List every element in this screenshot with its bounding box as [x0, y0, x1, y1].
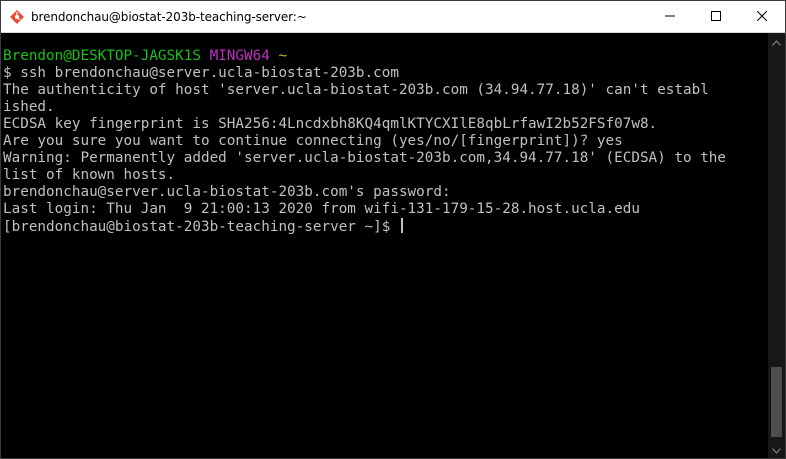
terminal-line: list of known hosts. [3, 167, 176, 183]
mintty-terminal-icon[interactable] [9, 9, 25, 25]
prompt-path: ~ [278, 48, 288, 64]
terminal-window: brendonchau@biostat-203b-teaching-server… [0, 0, 786, 459]
terminal-output[interactable]: Brendon@DESKTOP-JAGSK1S MINGW64 ~ $ ssh … [1, 33, 768, 458]
terminal-line: brendonchau@server.ucla-biostat-203b.com… [3, 184, 451, 200]
remote-prompt-line[interactable]: [brendonchau@biostat-203b-teaching-serve… [1, 218, 768, 235]
remote-prompt: [brendonchau@biostat-203b-teaching-serve… [3, 219, 399, 235]
scroll-up-button[interactable] [768, 33, 785, 50]
vertical-scrollbar[interactable] [768, 33, 785, 458]
terminal-line: Last login: Thu Jan 9 21:00:13 2020 from… [3, 201, 640, 217]
terminal-line: Are you sure you want to continue connec… [3, 133, 623, 149]
terminal-line: ECDSA key fingerprint is SHA256:4Lncdxbh… [3, 116, 658, 132]
terminal-line: ished. [3, 99, 55, 115]
text-cursor [400, 218, 403, 233]
scroll-up-arrow-icon [772, 33, 781, 51]
terminal-line: The authenticity of host 'server.ucla-bi… [3, 82, 709, 98]
minimize-button[interactable] [647, 1, 693, 32]
scroll-down-arrow-icon [772, 441, 781, 459]
scrollbar-thumb[interactable] [771, 367, 782, 437]
scroll-down-button[interactable] [768, 441, 785, 458]
maximize-button[interactable] [693, 1, 739, 32]
minimize-icon [665, 10, 675, 24]
local-prompt-line: Brendon@DESKTOP-JAGSK1S MINGW64 ~ [1, 48, 768, 65]
title-bar[interactable]: brendonchau@biostat-203b-teaching-server… [1, 1, 785, 33]
terminal-line: Warning: Permanently added 'server.ucla-… [3, 150, 727, 166]
prompt-shell: MINGW64 [209, 48, 270, 64]
prompt-user-host: Brendon@DESKTOP-JAGSK1S [3, 48, 201, 64]
close-button[interactable] [739, 1, 785, 32]
maximize-icon [711, 10, 721, 24]
terminal-line: $ ssh brendonchau@server.ucla-biostat-20… [3, 65, 399, 81]
close-icon [756, 10, 768, 24]
window-title: brendonchau@biostat-203b-teaching-server… [31, 9, 307, 24]
